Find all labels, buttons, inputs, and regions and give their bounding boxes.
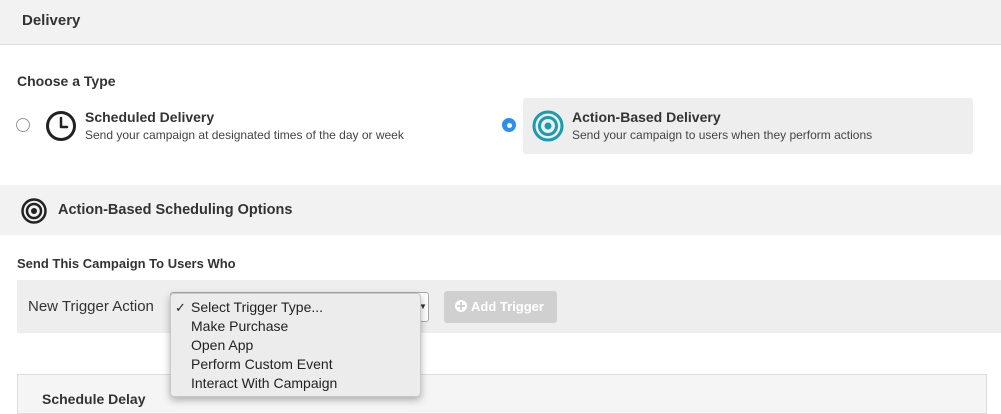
dropdown-option-select-trigger-type[interactable]: Select Trigger Type... <box>191 299 323 315</box>
action-based-delivery-radio[interactable] <box>502 118 516 132</box>
checkmark-icon: ✓ <box>175 300 186 315</box>
add-trigger-button[interactable]: Add Trigger <box>444 291 557 323</box>
scheduled-delivery-title: Scheduled Delivery <box>85 109 215 125</box>
action-based-delivery-description: Send your campaign to users when they pe… <box>572 128 873 142</box>
scheduled-delivery-description: Send your campaign at designated times o… <box>85 128 404 142</box>
dropdown-option-open-app[interactable]: Open App <box>191 337 253 353</box>
action-based-delivery-option[interactable] <box>523 98 973 154</box>
trigger-type-dropdown[interactable]: ✓ Select Trigger Type... Make Purchase O… <box>170 293 421 397</box>
dropdown-option-interact-with-campaign[interactable]: Interact With Campaign <box>191 375 337 391</box>
add-trigger-label: Add Trigger <box>471 299 544 314</box>
action-based-delivery-title: Action-Based Delivery <box>572 109 721 125</box>
target-icon <box>21 198 47 224</box>
send-campaign-heading: Send This Campaign To Users Who <box>17 256 236 271</box>
scheduled-delivery-radio[interactable] <box>16 118 30 132</box>
schedule-delay-panel <box>17 374 987 414</box>
dropdown-option-make-purchase[interactable]: Make Purchase <box>191 318 288 334</box>
clock-icon <box>46 111 76 141</box>
target-icon <box>532 110 564 142</box>
delivery-header: Delivery <box>0 0 1001 45</box>
plus-circle-icon <box>455 300 467 312</box>
new-trigger-action-label: New Trigger Action <box>28 298 154 315</box>
scheduled-delivery-option[interactable] <box>10 98 490 154</box>
dropdown-option-perform-custom-event[interactable]: Perform Custom Event <box>191 356 333 372</box>
page-title: Delivery <box>22 12 81 29</box>
choose-type-label: Choose a Type <box>17 73 116 89</box>
section-title: Action-Based Scheduling Options <box>58 202 293 218</box>
schedule-delay-title: Schedule Delay <box>42 391 146 407</box>
